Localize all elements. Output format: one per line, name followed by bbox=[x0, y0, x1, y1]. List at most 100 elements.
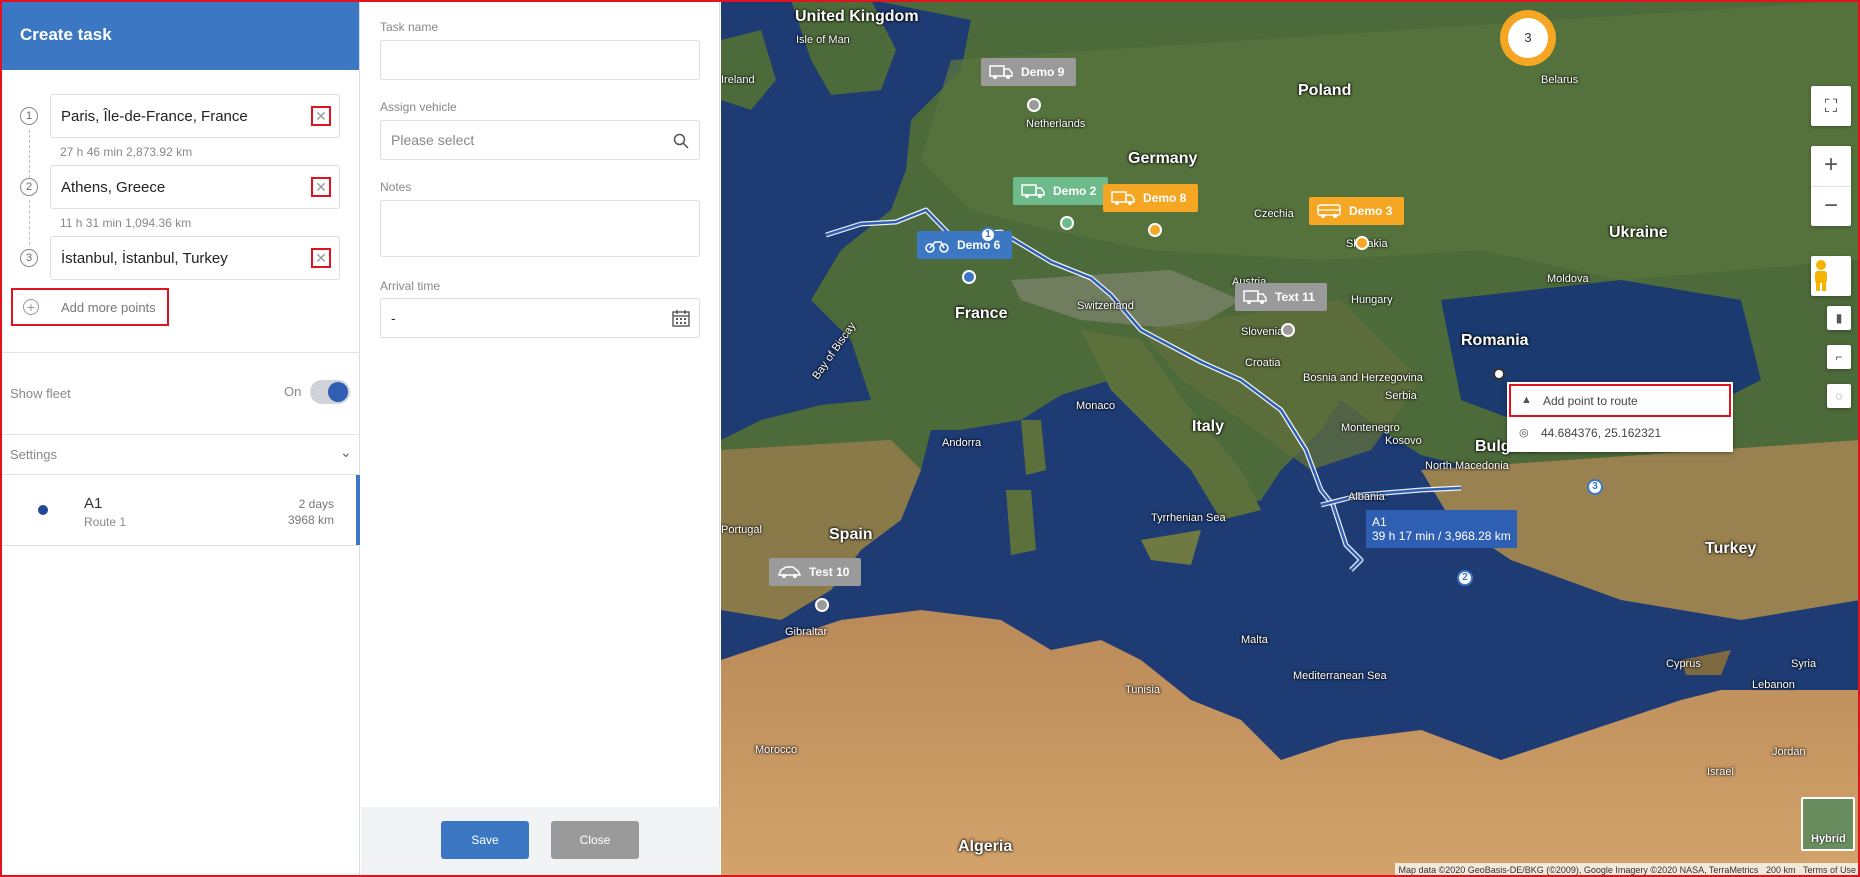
assign-vehicle-select[interactable]: Please select bbox=[380, 120, 700, 160]
vehicle-pin[interactable] bbox=[1148, 223, 1162, 237]
remove-point-icon[interactable]: ✕ bbox=[311, 106, 331, 126]
truck-icon bbox=[1243, 290, 1267, 304]
vehicle-pin[interactable] bbox=[1281, 323, 1295, 337]
place-label: Italy bbox=[1192, 418, 1225, 435]
navigate-icon: ▲ bbox=[1521, 394, 1532, 406]
place-label: Ireland bbox=[721, 74, 755, 86]
place-label: Montenegro bbox=[1341, 422, 1400, 434]
calendar-icon[interactable] bbox=[672, 309, 690, 327]
notes-textarea[interactable] bbox=[380, 200, 700, 257]
place-label: Portugal bbox=[721, 524, 762, 536]
assign-vehicle-label: Assign vehicle bbox=[380, 100, 457, 114]
vehicle-pin[interactable] bbox=[815, 598, 829, 612]
vehicle-marker[interactable]: Demo 2 bbox=[1013, 177, 1109, 205]
place-label: Poland bbox=[1298, 82, 1352, 99]
car-icon bbox=[777, 566, 801, 578]
task-form: Task name Assign vehicle Please select N… bbox=[361, 0, 720, 877]
add-more-points-button[interactable]: + Add more points bbox=[11, 288, 169, 326]
place-label: Ukraine bbox=[1609, 224, 1668, 241]
place-label: Israel bbox=[1707, 766, 1734, 778]
vehicle-marker[interactable]: Demo 8 bbox=[1103, 184, 1199, 212]
terms-link[interactable]: Terms of Use bbox=[1803, 865, 1856, 875]
vehicle-marker[interactable]: Demo 6 bbox=[917, 231, 1013, 259]
point-input[interactable]: Paris, Île-de-France, France ✕ bbox=[50, 94, 340, 138]
crosshair-icon: ◎ bbox=[1519, 427, 1529, 439]
route-point-marker[interactable]: 1 bbox=[980, 227, 996, 243]
place-label: Moldova bbox=[1547, 273, 1589, 285]
place-label: Croatia bbox=[1245, 357, 1281, 369]
fullscreen-icon[interactable]: ⛶ bbox=[1811, 86, 1851, 126]
arrival-time-input[interactable]: - bbox=[380, 298, 700, 338]
route-point-2: 2 Athens, Greece ✕ bbox=[20, 165, 340, 209]
task-name-input[interactable] bbox=[380, 40, 700, 80]
place-label: Cyprus bbox=[1666, 658, 1701, 670]
truck-icon bbox=[989, 65, 1013, 79]
route-color-dot bbox=[38, 505, 48, 515]
place-label: Switzerland bbox=[1077, 300, 1134, 312]
route-list-item[interactable]: A1 Route 1 2 days 3968 km bbox=[0, 475, 360, 545]
lasso-icon[interactable]: ◌ bbox=[1827, 384, 1851, 408]
vehicle-pin[interactable] bbox=[1027, 98, 1041, 112]
point-number: 2 bbox=[20, 178, 38, 196]
route-duration: 2 days bbox=[298, 497, 334, 511]
arrival-time-label: Arrival time bbox=[380, 279, 441, 293]
map-view[interactable]: United Kingdom Isle of Man Ireland Nethe… bbox=[721, 0, 1860, 877]
show-fleet-label: Show fleet bbox=[10, 386, 71, 401]
place-label: Germany bbox=[1128, 150, 1198, 167]
vehicle-pin[interactable] bbox=[1060, 216, 1074, 230]
route-point-3: 3 İstanbul, İstanbul, Turkey ✕ bbox=[20, 236, 340, 280]
save-button[interactable]: Save bbox=[441, 821, 529, 859]
point-input[interactable]: Athens, Greece ✕ bbox=[50, 165, 340, 209]
remove-point-icon[interactable]: ✕ bbox=[311, 177, 331, 197]
vehicle-marker[interactable]: Text 11 bbox=[1235, 283, 1327, 311]
zoom-in-button[interactable]: + bbox=[1811, 146, 1851, 186]
place-label: Andorra bbox=[942, 437, 982, 449]
zoom-out-button[interactable]: − bbox=[1811, 186, 1851, 226]
place-label: Syria bbox=[1791, 658, 1817, 670]
place-label: Kosovo bbox=[1385, 435, 1422, 447]
ruler-icon[interactable]: ⌐ bbox=[1827, 345, 1851, 369]
place-label: France bbox=[955, 305, 1008, 322]
place-label: Mediterranean Sea bbox=[1293, 670, 1387, 682]
point-number: 3 bbox=[20, 249, 38, 267]
place-label: Monaco bbox=[1076, 400, 1116, 412]
point-input[interactable]: İstanbul, İstanbul, Turkey ✕ bbox=[50, 236, 340, 280]
place-label: Algeria bbox=[958, 838, 1013, 855]
map-attribution: Map data ©2020 GeoBasis-DE/BKG (©2009), … bbox=[1394, 863, 1860, 877]
route-point-marker[interactable]: 3 bbox=[1587, 479, 1603, 495]
add-point-to-route-item[interactable]: ▲ Add point to route bbox=[1509, 384, 1731, 417]
place-label: Turkey bbox=[1705, 540, 1757, 557]
place-label: Gibraltar bbox=[785, 626, 828, 638]
place-label: United Kingdom bbox=[795, 8, 919, 25]
vehicle-marker[interactable]: Demo 9 bbox=[981, 58, 1077, 86]
traffic-icon[interactable]: ▮ bbox=[1827, 306, 1851, 330]
scale-label: 200 km bbox=[1765, 865, 1796, 875]
place-label: Serbia bbox=[1385, 390, 1417, 402]
segment-info: 11 h 31 min 1,094.36 km bbox=[60, 216, 192, 230]
route-subtitle: Route 1 bbox=[84, 515, 127, 529]
map-context-menu: ▲ Add point to route ◎ 44.684376, 25.162… bbox=[1507, 382, 1733, 452]
street-view-pegman-icon[interactable] bbox=[1811, 256, 1851, 296]
place-label: Morocco bbox=[755, 744, 798, 756]
place-label: Romania bbox=[1461, 332, 1529, 349]
notes-label: Notes bbox=[380, 180, 412, 194]
selected-indicator bbox=[356, 475, 360, 545]
route-name: A1 bbox=[84, 495, 103, 512]
vehicle-marker[interactable]: Test 10 bbox=[769, 558, 862, 586]
route-point-marker[interactable]: 2 bbox=[1457, 570, 1473, 586]
show-fleet-toggle[interactable] bbox=[310, 380, 350, 404]
remove-point-icon[interactable]: ✕ bbox=[311, 248, 331, 268]
coordinates-item[interactable]: ◎ 44.684376, 25.162321 bbox=[1509, 418, 1731, 450]
vehicle-marker[interactable]: Demo 3 bbox=[1309, 197, 1405, 225]
vehicle-pin[interactable] bbox=[962, 270, 976, 284]
place-label: Tunisia bbox=[1125, 684, 1161, 696]
task-name-label: Task name bbox=[380, 20, 439, 34]
truck-icon bbox=[1021, 184, 1045, 198]
vehicle-cluster[interactable]: 3 bbox=[1500, 10, 1556, 66]
map-type-toggle[interactable]: Hybrid bbox=[1801, 797, 1855, 851]
settings-label: Settings bbox=[10, 447, 57, 462]
close-button[interactable]: Close bbox=[551, 821, 639, 859]
vehicle-pin[interactable] bbox=[1355, 236, 1369, 250]
chevron-down-icon[interactable]: ⌄ bbox=[340, 444, 352, 461]
divider bbox=[0, 434, 360, 435]
